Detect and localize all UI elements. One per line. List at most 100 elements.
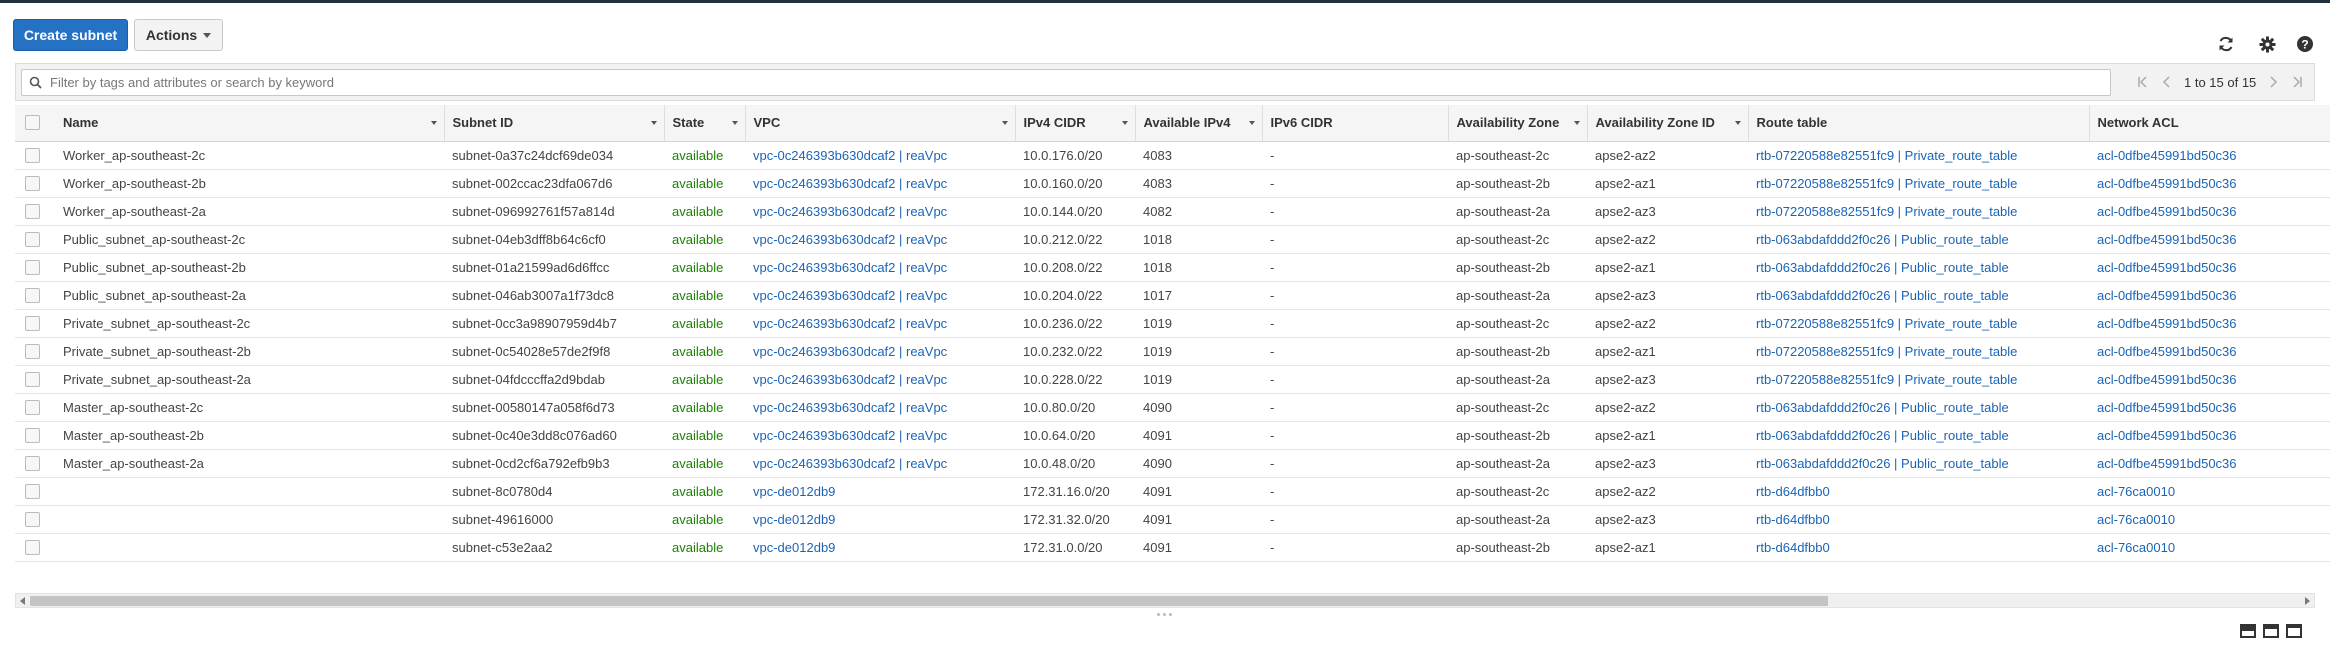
panel-resize-handle[interactable] [1157,613,1181,617]
row-checkbox[interactable] [25,539,40,555]
table-row[interactable]: Worker_ap-southeast-2c subnet-0a37c24dcf6… [15,141,2330,170]
network-acl-link[interactable]: acl-0dfbe45991bd50c36 [2097,176,2237,191]
row-checkbox[interactable] [25,343,40,359]
network-acl-link[interactable]: acl-0dfbe45991bd50c36 [2097,428,2237,443]
first-page-icon[interactable] [2136,74,2150,90]
vpc-link[interactable]: vpc-de012db9 [753,540,835,555]
table-row[interactable]: Worker_ap-southeast-2b subnet-002ccac23df… [15,169,2330,198]
full-layout-icon[interactable] [2286,624,2302,638]
table-row[interactable]: Public_subnet_ap-southeast-2a subnet-046a… [15,281,2330,310]
column-header-network-acl[interactable]: Network ACL [2089,105,2330,142]
create-subnet-button[interactable]: Create subnet [13,19,128,51]
vpc-link[interactable]: vpc-0c246393b630dcaf2 | reaVpc [753,456,947,471]
column-header-vpc[interactable]: VPC [745,105,1016,142]
column-header-available-ipv4[interactable]: Available IPv4 [1135,105,1263,142]
route-table-link[interactable]: rtb-d64dfbb0 [1756,484,1830,499]
vpc-link[interactable]: vpc-0c246393b630dcaf2 | reaVpc [753,176,947,191]
row-checkbox[interactable] [25,511,40,527]
row-checkbox[interactable] [25,231,40,247]
row-checkbox[interactable] [25,203,40,219]
network-acl-link[interactable]: acl-0dfbe45991bd50c36 [2097,456,2237,471]
row-checkbox[interactable] [25,315,40,331]
table-row[interactable]: Master_ap-southeast-2a subnet-0cd2cf6a792… [15,449,2330,478]
network-acl-link[interactable]: acl-0dfbe45991bd50c36 [2097,316,2237,331]
route-table-link[interactable]: rtb-063abdafddd2f0c26 | Public_route_tab… [1756,232,2009,247]
route-table-link[interactable]: rtb-07220588e82551fc9 | Private_route_ta… [1756,204,2017,219]
column-header-subnet-id[interactable]: Subnet ID [444,105,665,142]
row-checkbox[interactable] [25,259,40,275]
column-header-name[interactable]: Name [55,105,445,142]
horizontal-scrollbar[interactable] [15,593,2315,608]
route-table-link[interactable]: rtb-063abdafddd2f0c26 | Public_route_tab… [1756,428,2009,443]
scrollbar-thumb[interactable] [30,596,1828,606]
route-table-link[interactable]: rtb-07220588e82551fc9 | Private_route_ta… [1756,344,2017,359]
table-row[interactable]: Private_subnet_ap-southeast-2c subnet-0cc… [15,309,2330,338]
route-table-link[interactable]: rtb-d64dfbb0 [1756,540,1830,555]
vpc-link[interactable]: vpc-de012db9 [753,512,835,527]
vpc-link[interactable]: vpc-de012db9 [753,484,835,499]
vpc-link[interactable]: vpc-0c246393b630dcaf2 | reaVpc [753,372,947,387]
network-acl-link[interactable]: acl-76ca0010 [2097,484,2175,499]
vpc-link[interactable]: vpc-0c246393b630dcaf2 | reaVpc [753,148,947,163]
network-acl-link[interactable]: acl-76ca0010 [2097,512,2175,527]
sort-caret-icon[interactable] [1734,121,1741,125]
row-checkbox[interactable] [25,287,40,303]
network-acl-link[interactable]: acl-0dfbe45991bd50c36 [2097,400,2237,415]
route-table-link[interactable]: rtb-d64dfbb0 [1756,512,1830,527]
split-bottom-layout-icon[interactable] [2240,624,2256,638]
row-checkbox[interactable] [25,427,40,443]
column-header-availability-zone[interactable]: Availability Zone [1448,105,1588,142]
column-header-ipv4-cidr[interactable]: IPv4 CIDR [1015,105,1136,142]
row-checkbox[interactable] [25,147,40,163]
network-acl-link[interactable]: acl-76ca0010 [2097,540,2175,555]
refresh-icon[interactable] [2216,34,2236,54]
vpc-link[interactable]: vpc-0c246393b630dcaf2 | reaVpc [753,232,947,247]
help-icon[interactable]: ? [2295,34,2315,54]
route-table-link[interactable]: rtb-07220588e82551fc9 | Private_route_ta… [1756,176,2017,191]
table-row[interactable]: subnet-c53e2aa2 available vpc-de012db9 172.… [15,533,2330,562]
route-table-link[interactable]: rtb-063abdafddd2f0c26 | Public_route_tab… [1756,400,2009,415]
sort-caret-icon[interactable] [1573,121,1580,125]
sort-caret-icon[interactable] [731,121,738,125]
sort-caret-icon[interactable] [1121,121,1128,125]
column-header-availability-zone-id[interactable]: Availability Zone ID [1587,105,1749,142]
table-row[interactable]: Master_ap-southeast-2b subnet-0c40e3dd8c0… [15,421,2330,450]
split-half-layout-icon[interactable] [2263,624,2279,638]
sort-caret-icon[interactable] [1001,121,1008,125]
vpc-link[interactable]: vpc-0c246393b630dcaf2 | reaVpc [753,204,947,219]
column-header-ipv6-cidr[interactable]: IPv6 CIDR [1262,105,1449,142]
sort-caret-icon[interactable] [650,121,657,125]
table-row[interactable]: Public_subnet_ap-southeast-2b subnet-01a2… [15,253,2330,282]
network-acl-link[interactable]: acl-0dfbe45991bd50c36 [2097,288,2237,303]
column-header-state[interactable]: State [664,105,746,142]
network-acl-link[interactable]: acl-0dfbe45991bd50c36 [2097,260,2237,275]
scroll-right-icon[interactable] [2302,596,2312,606]
next-page-icon[interactable] [2266,74,2280,90]
previous-page-icon[interactable] [2160,74,2174,90]
network-acl-link[interactable]: acl-0dfbe45991bd50c36 [2097,232,2237,247]
sort-caret-icon[interactable] [430,121,437,125]
vpc-link[interactable]: vpc-0c246393b630dcaf2 | reaVpc [753,400,947,415]
table-row[interactable]: Private_subnet_ap-southeast-2a subnet-04f… [15,365,2330,394]
search-input[interactable] [48,72,2103,93]
select-all-checkbox[interactable] [25,115,40,131]
route-table-link[interactable]: rtb-07220588e82551fc9 | Private_route_ta… [1756,316,2017,331]
row-checkbox[interactable] [25,175,40,191]
vpc-link[interactable]: vpc-0c246393b630dcaf2 | reaVpc [753,260,947,275]
route-table-link[interactable]: rtb-07220588e82551fc9 | Private_route_ta… [1756,148,2017,163]
route-table-link[interactable]: rtb-063abdafddd2f0c26 | Public_route_tab… [1756,260,2009,275]
vpc-link[interactable]: vpc-0c246393b630dcaf2 | reaVpc [753,344,947,359]
row-checkbox[interactable] [25,483,40,499]
actions-dropdown-button[interactable]: Actions [134,19,223,51]
last-page-icon[interactable] [2290,74,2304,90]
row-checkbox[interactable] [25,455,40,471]
route-table-link[interactable]: rtb-07220588e82551fc9 | Private_route_ta… [1756,372,2017,387]
sort-caret-icon[interactable] [1248,121,1255,125]
vpc-link[interactable]: vpc-0c246393b630dcaf2 | reaVpc [753,316,947,331]
gear-icon[interactable] [2257,34,2277,54]
table-row[interactable]: subnet-8c0780d4 available vpc-de012db9 172.… [15,477,2330,506]
table-row[interactable]: Private_subnet_ap-southeast-2b subnet-0c5… [15,337,2330,366]
table-row[interactable]: subnet-49616000 available vpc-de012db9 172.… [15,505,2330,534]
table-row[interactable]: Master_ap-southeast-2c subnet-00580147a05… [15,393,2330,422]
column-header-route-table[interactable]: Route table [1748,105,2090,142]
